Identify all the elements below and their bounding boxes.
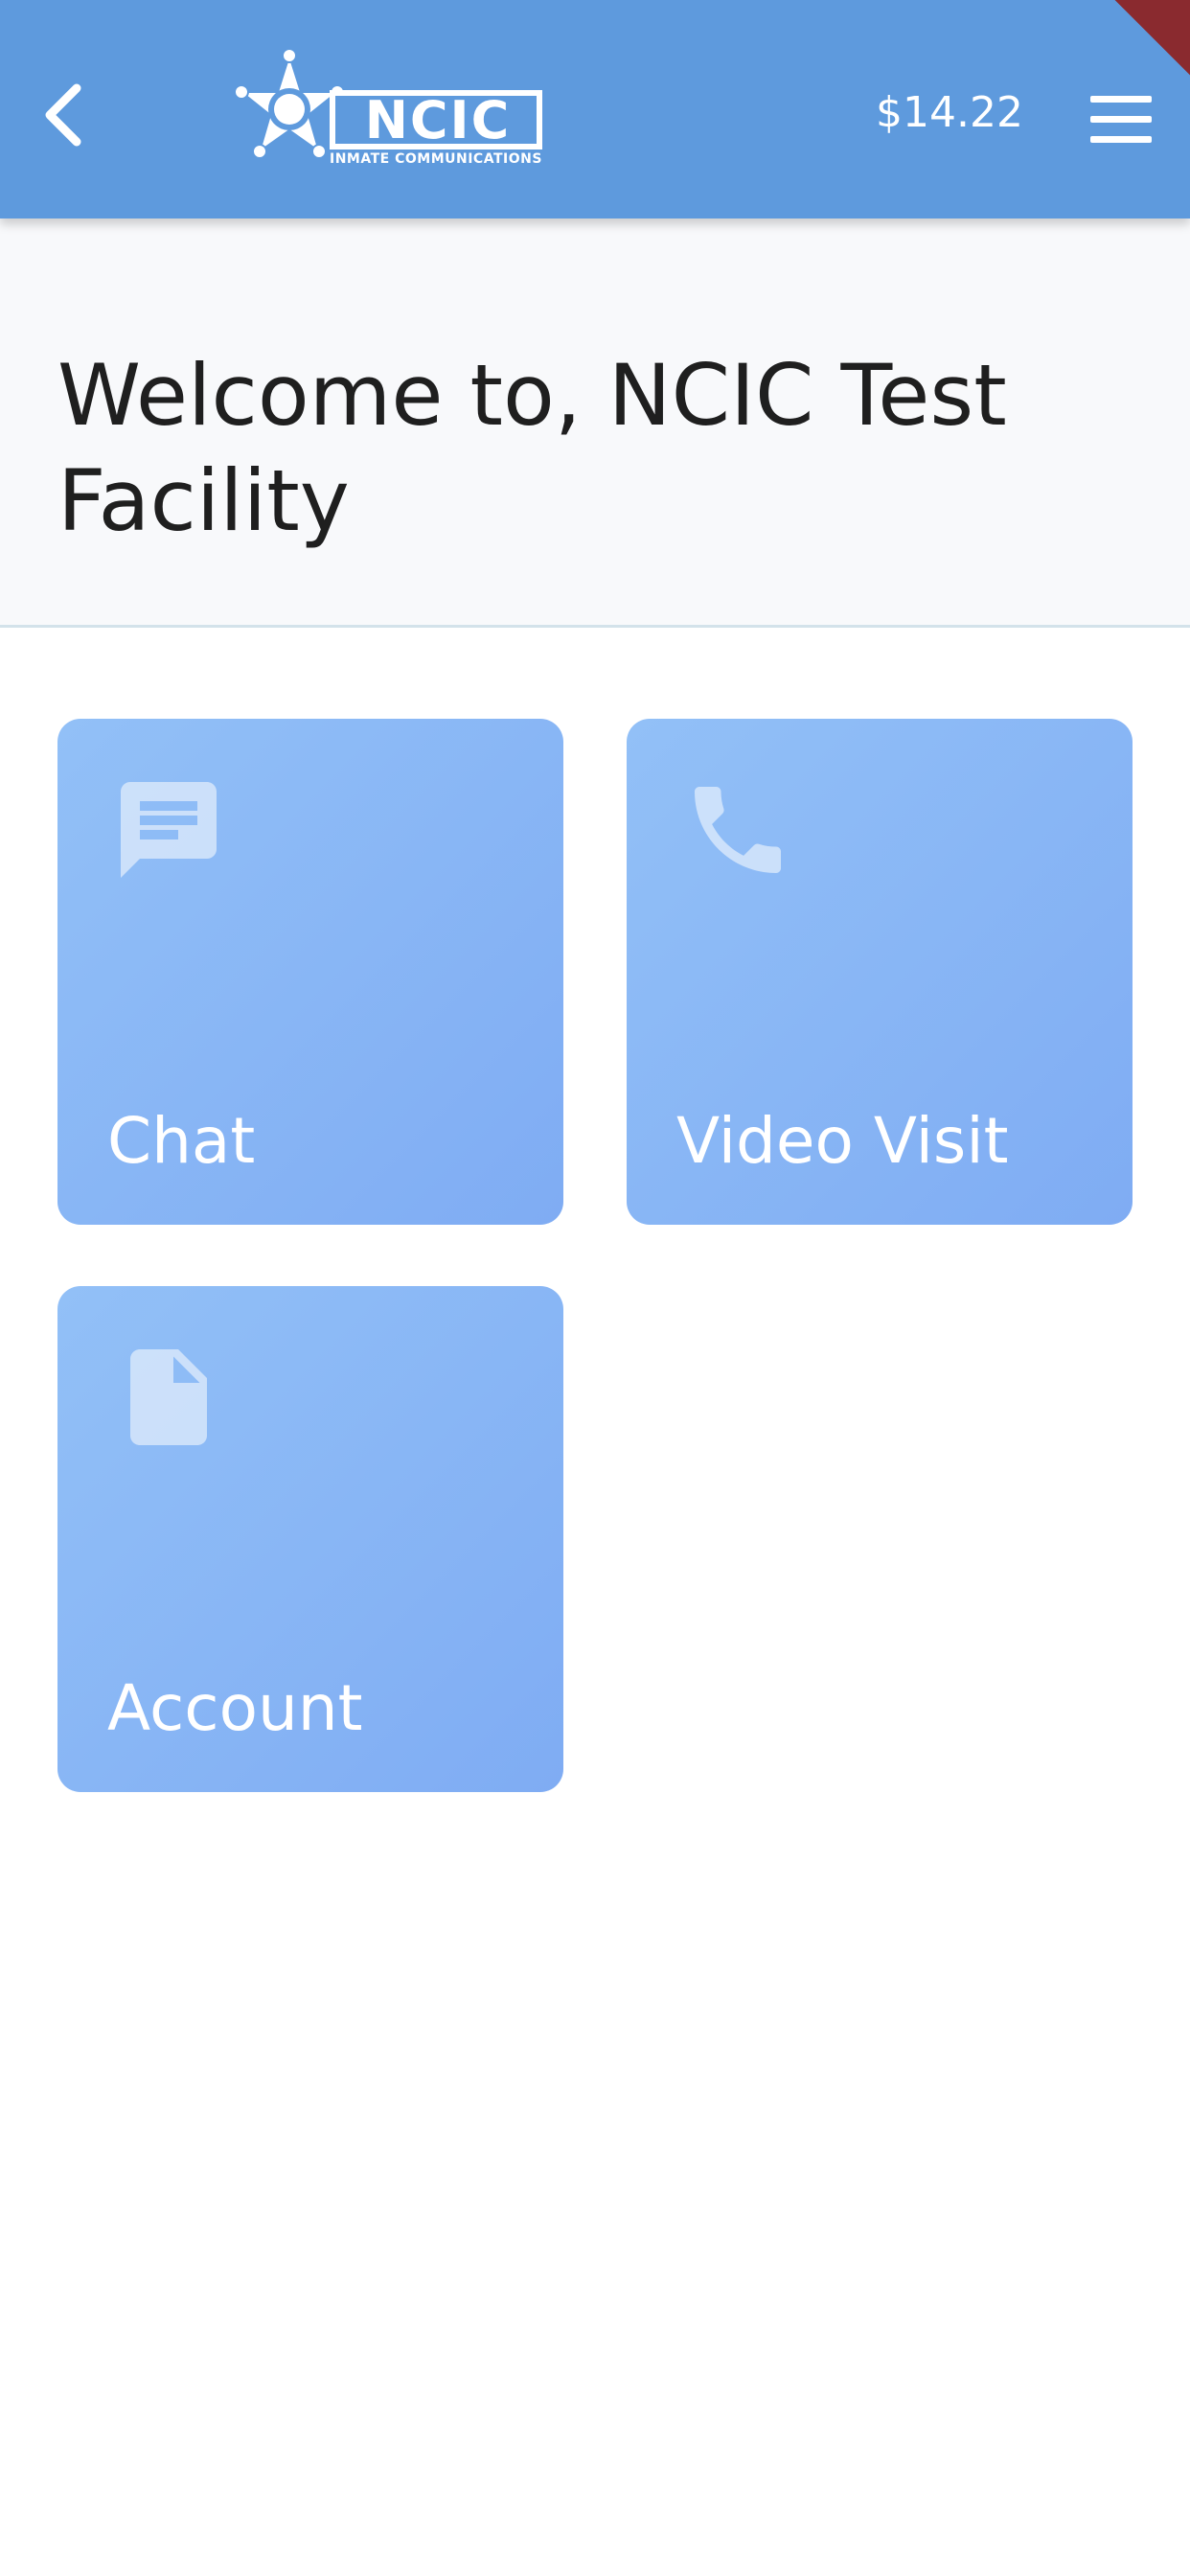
- debug-banner: [1080, 0, 1190, 87]
- document-icon: [111, 1340, 226, 1455]
- account-balance: $14.22: [876, 88, 1023, 137]
- chat-icon: [111, 772, 226, 887]
- app-bar: NCIC INMATE COMMUNICATIONS $14.22: [0, 0, 1190, 218]
- chat-tile-label: Chat: [107, 1104, 256, 1178]
- video-visit-tile[interactable]: Video Visit: [627, 719, 1133, 1225]
- account-tile[interactable]: Account: [57, 1286, 563, 1792]
- welcome-title: Welcome to, NCIC Test Facility: [57, 346, 1007, 550]
- account-tile-label: Account: [107, 1671, 363, 1745]
- back-button[interactable]: [34, 80, 92, 150]
- logo-wordmark: NCIC: [364, 90, 512, 150]
- hamburger-menu-icon: [1090, 96, 1152, 103]
- ncic-logo: NCIC INMATE COMMUNICATIONS: [222, 50, 548, 184]
- logo-subtitle: INMATE COMMUNICATIONS: [330, 151, 542, 167]
- menu-button[interactable]: [1090, 96, 1152, 144]
- welcome-section: Welcome to, NCIC Test Facility: [0, 218, 1190, 628]
- phone-icon: [680, 772, 795, 887]
- hamburger-menu-line: [1090, 136, 1152, 143]
- chat-tile[interactable]: Chat: [57, 719, 563, 1225]
- video-visit-tile-label: Video Visit: [676, 1104, 1009, 1178]
- hamburger-menu-line: [1090, 116, 1152, 123]
- chevron-left-icon: [45, 83, 81, 147]
